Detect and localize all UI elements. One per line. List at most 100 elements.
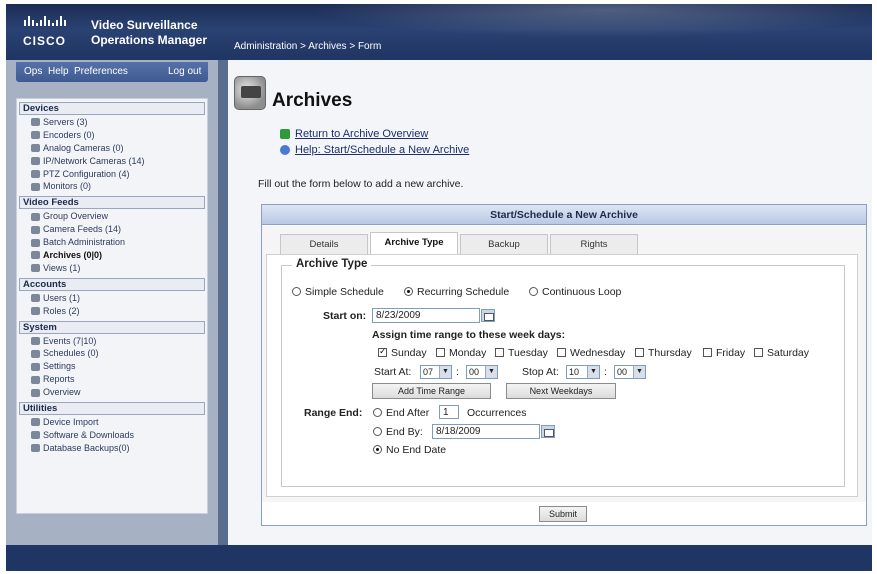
weekday-sunday-checkbox[interactable] xyxy=(378,346,387,357)
sidebar-item-ip-cameras[interactable]: IP/Network Cameras (14) xyxy=(17,155,207,168)
start-on-input[interactable]: 8/23/2009 xyxy=(372,308,480,323)
end-by-input[interactable]: 8/18/2009 xyxy=(432,424,540,439)
radio-end-by-input[interactable] xyxy=(373,427,382,436)
sidebar-item-events[interactable]: Events (7|10) xyxy=(17,335,207,348)
weekday-thursday[interactable]: Thursday xyxy=(635,347,692,359)
sidebar-item-analog-cameras[interactable]: Analog Cameras (0) xyxy=(17,142,207,155)
sidebar-item-group-overview[interactable]: Group Overview xyxy=(17,210,207,223)
nav-preferences-link[interactable]: Preferences xyxy=(74,66,128,77)
ptz-icon xyxy=(31,170,40,178)
end-after-input[interactable]: 1 xyxy=(439,405,459,419)
stop-minute-value: 00 xyxy=(617,367,628,377)
sidebar-item-label: Settings xyxy=(43,361,76,372)
weekday-tuesday[interactable]: Tuesday xyxy=(495,347,548,359)
radio-continuous-loop-input[interactable] xyxy=(529,287,538,296)
weekday-label: Tuesday xyxy=(508,347,548,359)
tab-details[interactable]: Details xyxy=(280,234,368,254)
add-time-range-button[interactable]: Add Time Range xyxy=(372,383,491,399)
app-header: CISCO Video Surveillance Operations Mana… xyxy=(6,4,872,60)
sidebar-item-software-downloads[interactable]: Software & Downloads xyxy=(17,429,207,442)
help-icon xyxy=(280,145,290,155)
nav-ops-link[interactable]: Ops xyxy=(24,66,42,77)
ip-camera-icon xyxy=(31,157,40,166)
sidebar-item-label: Software & Downloads xyxy=(43,429,135,440)
weekday-label: Saturday xyxy=(767,347,810,359)
sidebar-item-label: Schedules (0) xyxy=(43,348,99,359)
sidebar-item-database-backups[interactable]: Database Backups(0) xyxy=(17,442,207,455)
stop-minute-select[interactable]: 00 ▼ xyxy=(614,365,646,379)
weekday-saturday[interactable]: Saturday xyxy=(754,347,809,359)
assign-weekdays-label: Assign time range to these week days: xyxy=(372,329,566,341)
nav-logout-link[interactable]: Log out xyxy=(168,66,201,77)
start-on-calendar-icon[interactable] xyxy=(481,309,495,322)
sidebar-item-encoders[interactable]: Encoders (0) xyxy=(17,129,207,142)
radio-end-after[interactable]: End After xyxy=(373,407,429,419)
next-weekdays-button[interactable]: Next Weekdays xyxy=(506,383,616,399)
sidebar-item-label: Analog Cameras (0) xyxy=(43,142,124,153)
sidebar-item-label: Servers (3) xyxy=(43,117,88,127)
radio-recurring-schedule-input[interactable] xyxy=(404,287,413,296)
start-at-label: Start At: xyxy=(374,366,412,378)
tab-backup[interactable]: Backup xyxy=(460,234,548,254)
stop-at-label: Stop At: xyxy=(522,366,559,378)
sidebar-item-settings[interactable]: Settings xyxy=(17,360,207,373)
sidebar-item-device-import[interactable]: Device Import xyxy=(17,416,207,429)
radio-end-after-input[interactable] xyxy=(373,408,382,417)
weekday-wednesday[interactable]: Wednesday xyxy=(557,347,625,359)
end-by-calendar-icon[interactable] xyxy=(541,425,555,438)
sidebar-item-label: Camera Feeds (14) xyxy=(43,224,122,235)
weekday-saturday-checkbox[interactable] xyxy=(754,348,763,357)
cisco-wordmark: CISCO xyxy=(23,34,67,48)
weekday-monday-checkbox[interactable] xyxy=(436,348,445,357)
sidebar-item-servers[interactable]: Servers (3) xyxy=(17,116,207,129)
tab-archive-type[interactable]: Archive Type xyxy=(370,232,458,254)
sidebar-item-overview[interactable]: Overview xyxy=(17,386,207,399)
stop-hour-select[interactable]: 10 ▼ xyxy=(566,365,600,379)
sidebar-item-schedules[interactable]: Schedules (0) xyxy=(17,347,207,360)
sidebar-item-camera-feeds[interactable]: Camera Feeds (14) xyxy=(17,223,207,236)
weekday-thursday-checkbox[interactable] xyxy=(635,348,644,357)
radio-no-end-date-input[interactable] xyxy=(373,445,382,454)
return-overview-link[interactable]: Return to Archive Overview xyxy=(280,128,428,140)
start-minute-select[interactable]: 00 ▼ xyxy=(466,365,498,379)
weekday-monday[interactable]: Monday xyxy=(436,347,486,359)
radio-no-end-date[interactable]: No End Date xyxy=(373,444,446,456)
sidebar-item-roles[interactable]: Roles (2) xyxy=(17,305,207,318)
sidebar-item-batch-administration[interactable]: Batch Administration xyxy=(17,236,207,249)
weekday-tuesday-checkbox[interactable] xyxy=(495,348,504,357)
weekday-sunday[interactable]: Sunday xyxy=(378,346,427,359)
no-end-date-label: No End Date xyxy=(386,444,447,456)
footer-bar xyxy=(6,545,872,571)
help-link[interactable]: Help: Start/Schedule a New Archive xyxy=(280,144,469,156)
radio-simple-schedule[interactable]: Simple Schedule xyxy=(292,286,384,298)
sidebar-item-ptz-configuration[interactable]: PTZ Configuration (4) xyxy=(17,168,207,181)
sidebar-item-reports[interactable]: Reports xyxy=(17,373,207,386)
radio-simple-schedule-input[interactable] xyxy=(292,287,301,296)
sidebar-item-archives[interactable]: Archives (0|0) xyxy=(17,249,207,262)
sidebar-item-users[interactable]: Users (1) xyxy=(17,292,207,305)
chevron-down-icon: ▼ xyxy=(633,366,645,378)
cisco-logo-icon xyxy=(24,16,66,26)
sidebar-item-label: Encoders (0) xyxy=(43,129,95,140)
users-icon xyxy=(31,294,40,303)
sidebar-item-views[interactable]: Views (1) xyxy=(17,262,207,275)
weekday-friday[interactable]: Friday xyxy=(703,347,745,359)
sidebar-item-label: Roles (2) xyxy=(43,305,80,316)
chevron-down-icon: ▼ xyxy=(587,366,599,378)
start-hour-select[interactable]: 07 ▼ xyxy=(420,365,452,379)
radio-end-by[interactable]: End By: xyxy=(373,426,423,438)
radio-continuous-loop[interactable]: Continuous Loop xyxy=(529,286,621,298)
views-icon xyxy=(31,264,40,273)
tab-rights[interactable]: Rights xyxy=(550,234,638,254)
sidebar-section-devices: Devices xyxy=(19,102,205,115)
submit-button[interactable]: Submit xyxy=(539,506,587,522)
nav-help-link[interactable]: Help xyxy=(48,66,69,77)
sidebar-section-video-feeds: Video Feeds xyxy=(19,196,205,210)
radio-recurring-schedule[interactable]: Recurring Schedule xyxy=(404,286,509,298)
database-icon xyxy=(31,444,40,453)
sidebar-item-monitors[interactable]: Monitors (0) xyxy=(17,180,207,193)
weekday-wednesday-checkbox[interactable] xyxy=(557,348,566,357)
app-title-line2: Operations Manager xyxy=(91,33,208,47)
weekday-label: Friday xyxy=(716,347,746,359)
weekday-friday-checkbox[interactable] xyxy=(703,348,712,357)
